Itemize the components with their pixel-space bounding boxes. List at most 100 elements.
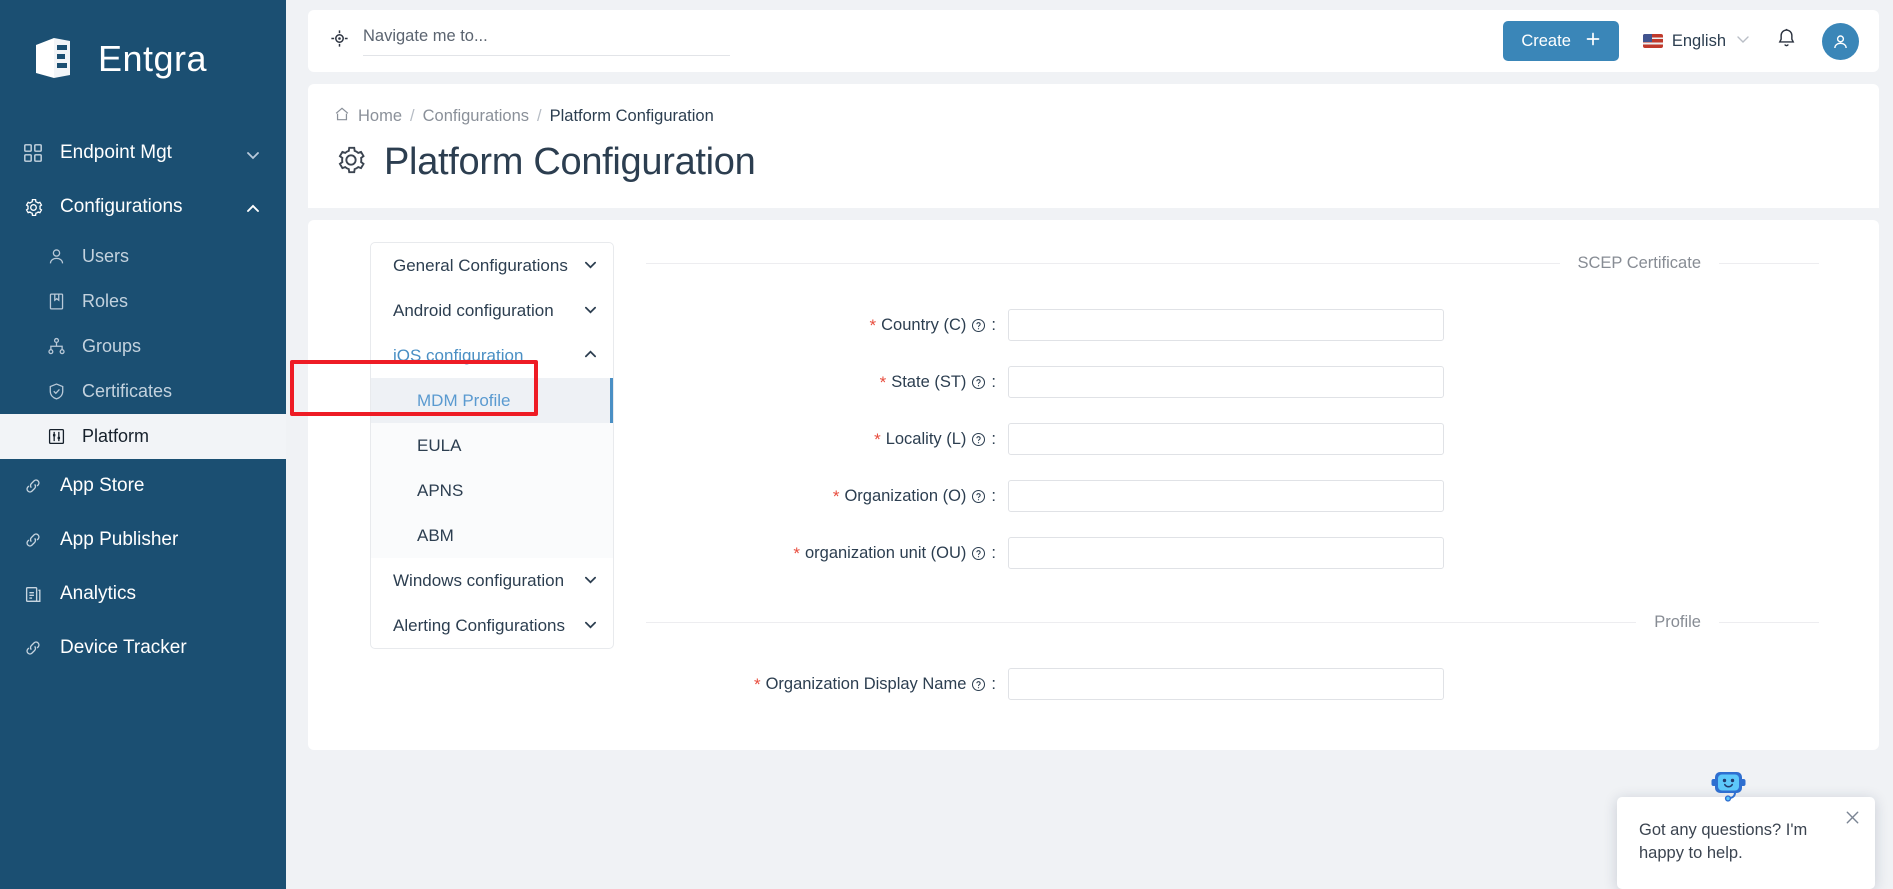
breadcrumb-home[interactable]: Home — [358, 107, 402, 126]
help-icon[interactable] — [971, 375, 986, 390]
create-button[interactable]: Create — [1503, 21, 1619, 61]
main-area: Create English — [286, 0, 1893, 889]
section-title-profile: Profile — [1654, 613, 1701, 631]
content-card: General Configurations Android configura… — [308, 220, 1879, 750]
chevron-down-icon — [246, 146, 260, 160]
required-marker: * — [793, 543, 800, 563]
state-input[interactable] — [1008, 366, 1444, 398]
sliders-icon — [46, 427, 66, 447]
form-label-text: Locality (L) — [885, 429, 967, 448]
accordion-windows-configuration[interactable]: Windows configuration — [371, 558, 613, 603]
brand-name: Entgra — [98, 38, 208, 79]
accordion-label: Alerting Configurations — [393, 615, 565, 635]
label-colon: : — [991, 543, 996, 562]
clipboard-icon — [22, 583, 44, 605]
required-marker: * — [879, 372, 887, 392]
shield-check-icon — [46, 382, 66, 402]
accordion-label: Windows configuration — [393, 570, 565, 590]
link-icon — [22, 475, 44, 497]
accordion-item-abm[interactable]: ABM — [371, 513, 613, 558]
sidebar-item-device-tracker[interactable]: Device Tracker — [0, 621, 286, 675]
sidebar-item-configurations[interactable]: Configurations — [0, 180, 286, 234]
chevron-down-icon — [1735, 31, 1751, 52]
config-form-panel: SCEP Certificate * Country (C): * State… — [620, 220, 1879, 750]
accordion-item-mdm-profile[interactable]: MDM Profile — [371, 378, 613, 423]
help-icon[interactable] — [971, 432, 986, 447]
locality-input[interactable] — [1008, 423, 1444, 455]
sidebar-item-label: Platform — [82, 426, 150, 446]
accordion-label: General Configurations — [393, 255, 568, 275]
accordion-item-apns[interactable]: APNS — [371, 468, 613, 513]
accordion-alerting-configurations[interactable]: Alerting Configurations — [371, 603, 613, 648]
form-label-organization: * Organization (O) : — [646, 487, 1008, 506]
organization-input[interactable] — [1008, 480, 1444, 512]
divider-line — [646, 622, 1637, 623]
language-label: English — [1671, 31, 1726, 50]
close-icon[interactable] — [1844, 809, 1861, 833]
page-title: Platform Configuration — [334, 141, 1849, 184]
sidebar-item-endpoint-mgt[interactable]: Endpoint Mgt — [0, 126, 286, 180]
bell-icon[interactable] — [1775, 27, 1798, 55]
country-input[interactable] — [1008, 309, 1444, 341]
home-icon[interactable] — [334, 106, 350, 127]
breadcrumb-current: Platform Configuration — [549, 107, 714, 125]
form-label-organization-display-name: * Organization Display Name : — [646, 675, 1008, 694]
book-icon — [46, 292, 66, 312]
label-colon: : — [991, 315, 996, 334]
accordion-ios-children: MDM Profile EULA APNS ABM — [371, 378, 613, 558]
sidebar-item-analytics[interactable]: Analytics — [0, 567, 286, 621]
organization-display-name-input[interactable] — [1008, 668, 1444, 700]
breadcrumb-configurations[interactable]: Configurations — [423, 107, 529, 126]
avatar[interactable] — [1822, 22, 1859, 60]
link-icon — [22, 637, 44, 659]
top-bar: Create English — [308, 10, 1879, 72]
sidebar-item-platform[interactable]: Platform — [0, 414, 286, 459]
form-row-state: * State (ST) : — [646, 366, 1819, 398]
required-marker: * — [874, 429, 881, 449]
accordion-item-label: MDM Profile — [417, 390, 511, 410]
sidebar-item-users[interactable]: Users — [0, 234, 286, 279]
create-button-label: Create — [1521, 31, 1571, 50]
help-icon[interactable] — [971, 546, 986, 561]
link-icon — [22, 529, 44, 551]
sidebar-item-app-publisher[interactable]: App Publisher — [0, 513, 286, 567]
configuration-accordion: General Configurations Android configura… — [370, 242, 614, 649]
gear-icon — [334, 143, 368, 182]
chat-bot-icon[interactable] — [1711, 770, 1749, 802]
form-row-locality: * Locality (L) : — [646, 423, 1819, 455]
sidebar-item-roles[interactable]: Roles — [0, 279, 286, 324]
form-label-locality: * Locality (L) : — [646, 430, 1008, 449]
required-marker: * — [832, 486, 840, 506]
help-icon[interactable] — [971, 677, 986, 692]
breadcrumb-separator: / — [410, 107, 415, 125]
chevron-up-icon — [584, 346, 597, 366]
chevron-up-icon — [246, 200, 260, 214]
page-header: Home / Configurations / Platform Configu… — [308, 84, 1879, 208]
sidebar-item-label: Roles — [82, 291, 129, 311]
accordion-item-eula[interactable]: EULA — [371, 423, 613, 468]
section-divider-profile: Profile — [646, 613, 1819, 632]
top-bar-right: Create English — [1503, 21, 1859, 61]
search-input[interactable] — [363, 26, 730, 46]
sidebar-item-certificates[interactable]: Certificates — [0, 369, 286, 414]
required-marker: * — [869, 315, 877, 335]
sidebar-item-label: App Store — [60, 475, 145, 496]
accordion-android-configuration[interactable]: Android configuration — [371, 288, 613, 333]
chevron-down-icon — [584, 256, 597, 276]
form-label-organization-unit: * organization unit (OU) : — [646, 544, 1008, 563]
help-icon[interactable] — [971, 318, 986, 333]
help-icon[interactable] — [971, 489, 986, 504]
accordion-ios-configuration[interactable]: iOS configuration — [371, 333, 613, 378]
label-colon: : — [991, 429, 996, 448]
navigate-search[interactable] — [330, 26, 730, 56]
sidebar-item-groups[interactable]: Groups — [0, 324, 286, 369]
sidebar-item-app-store[interactable]: App Store — [0, 459, 286, 513]
brand[interactable]: Entgra — [0, 0, 286, 118]
organization-unit-input[interactable] — [1008, 537, 1444, 569]
page-title-text: Platform Configuration — [384, 141, 756, 183]
accordion-general-configurations[interactable]: General Configurations — [371, 243, 613, 288]
accordion-label: Android configuration — [393, 300, 554, 320]
chevron-down-icon — [584, 301, 597, 321]
chat-bubble[interactable]: Got any questions? I'm happy to help. — [1617, 797, 1875, 889]
language-selector[interactable]: English — [1642, 31, 1751, 52]
